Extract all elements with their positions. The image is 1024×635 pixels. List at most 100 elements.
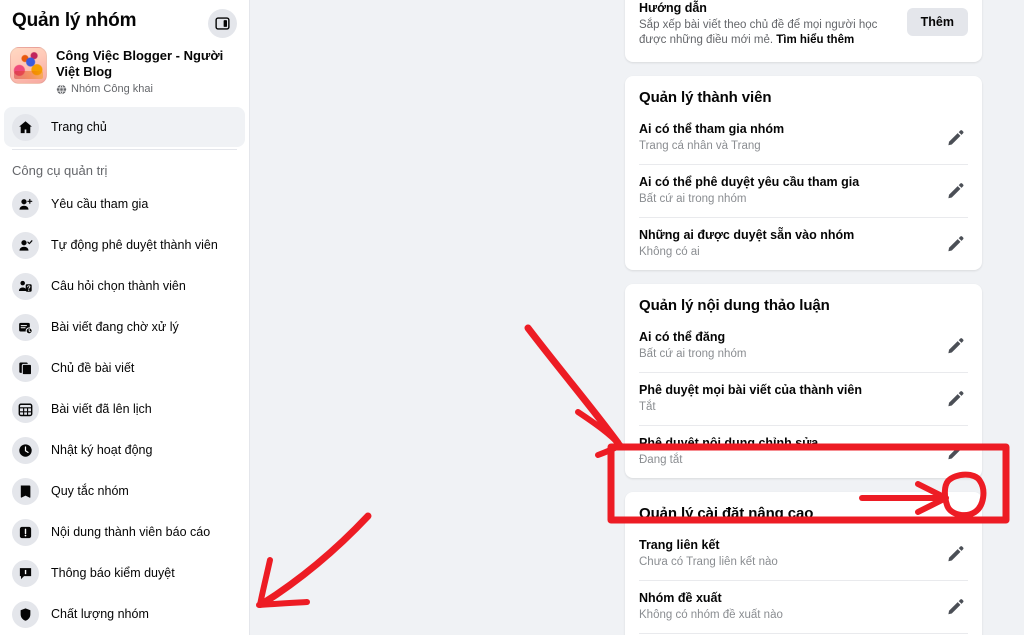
setting-label: Ai có thể phê duyệt yêu cầu tham gia	[639, 175, 860, 189]
group-avatar	[10, 47, 47, 84]
setting-row[interactable]: Phê duyệt nội dung chỉnh sửa Đang tắt	[639, 425, 968, 478]
sidebar-item-label: Yêu cầu tham gia	[51, 197, 149, 211]
app-root: Quản lý nhóm Công Việc Blogger - Người V…	[0, 0, 1024, 635]
pencil-icon-linked-page[interactable]	[942, 541, 968, 567]
card-title: Quản lý nội dung thảo luận	[639, 297, 830, 314]
clock-icon	[12, 436, 39, 464]
page-title: Quản lý nhóm	[12, 10, 137, 31]
main-content: Hướng dẫn Sắp xếp bài viết theo chủ đề đ…	[251, 0, 1024, 635]
setting-label: Trang liên kết	[639, 538, 720, 552]
setting-label: Ai có thể tham gia nhóm	[639, 122, 785, 136]
setting-value: Không có ai	[639, 246, 700, 258]
setting-row[interactable]: Ai có thể tham gia nhóm Trang cá nhân và…	[639, 112, 968, 164]
setting-label: Phê duyệt nội dung chỉnh sửa	[639, 436, 819, 450]
pending-posts-icon	[12, 313, 39, 341]
pencil-icon[interactable]	[942, 594, 968, 620]
member-management-card: Quản lý thành viên Ai có thể tham gia nh…	[625, 76, 982, 270]
sidebar-item-label: Nội dung thành viên báo cáo	[51, 525, 211, 539]
sidebar-item-activity-log[interactable]: Nhật ký hoạt động	[4, 430, 245, 470]
pencil-icon[interactable]	[942, 386, 968, 412]
setting-value: Đang tắt	[639, 454, 683, 466]
person-check-icon	[12, 231, 39, 259]
setting-row[interactable]: Ai có thể phê duyệt yêu cầu tham gia Bất…	[639, 164, 968, 217]
setting-label: Phê duyệt mọi bài viết của thành viên	[639, 383, 862, 397]
topics-icon	[12, 354, 39, 382]
exclamation-icon	[12, 518, 39, 546]
add-topic-button[interactable]: Thêm	[906, 8, 968, 36]
setting-row[interactable]: Những ai được duyệt sẵn vào nhóm Không c…	[639, 217, 968, 270]
pencil-icon[interactable]	[942, 439, 968, 465]
shield-icon	[12, 600, 39, 628]
guide-description: Sắp xếp bài viết theo chủ đề để mọi ngườ…	[639, 18, 897, 48]
setting-value: Bất cứ ai trong nhóm	[639, 193, 747, 205]
person-add-icon	[12, 190, 39, 218]
group-name: Công Việc Blogger - Người Việt Blog	[56, 48, 224, 79]
sidebar-header: Quản lý nhóm	[0, 0, 249, 40]
person-question-icon	[12, 272, 39, 300]
setting-value: Bất cứ ai trong nhóm	[639, 348, 747, 360]
pencil-icon[interactable]	[942, 333, 968, 359]
card-title: Quản lý cài đặt nâng cao	[639, 505, 814, 522]
home-icon	[12, 113, 39, 141]
globe-icon	[56, 84, 67, 95]
sidebar-item-scheduled-posts[interactable]: Bài viết đã lên lịch	[4, 389, 245, 429]
guide-row: Hướng dẫn Sắp xếp bài viết theo chủ đề đ…	[639, 0, 968, 62]
setting-row[interactable]: Nhóm đề xuất Không có nhóm đề xuất nào	[639, 580, 968, 633]
guide-card: Hướng dẫn Sắp xếp bài viết theo chủ đề đ…	[625, 0, 982, 62]
sidebar-item-home-label: Trang chủ	[51, 120, 107, 134]
sidebar-item-label: Thông báo kiểm duyệt	[51, 566, 175, 580]
setting-texts: Ai có thể tham gia nhóm Trang cá nhân và…	[639, 121, 784, 154]
setting-label: Những ai được duyệt sẵn vào nhóm	[639, 228, 855, 242]
pencil-icon[interactable]	[942, 125, 968, 151]
learn-more-link[interactable]: Tìm hiểu thêm	[776, 34, 854, 46]
group-admin-sidebar: Quản lý nhóm Công Việc Blogger - Người V…	[0, 0, 250, 635]
setting-label: Ai có thể đăng	[639, 330, 726, 344]
panel-toggle-icon[interactable]	[208, 9, 237, 38]
sidebar-item-label: Tự động phê duyệt thành viên	[51, 238, 218, 252]
group-privacy: Nhóm Công khai	[56, 83, 237, 96]
sidebar-item-label: Bài viết đã lên lịch	[51, 402, 152, 416]
sidebar-item-home[interactable]: Trang chủ	[4, 107, 245, 147]
setting-row[interactable]: Ai có thể đăng Bất cứ ai trong nhóm	[639, 320, 968, 372]
sidebar-item-reported-content[interactable]: Nội dung thành viên báo cáo	[4, 512, 245, 552]
sidebar-item-group-rules[interactable]: Quy tắc nhóm	[4, 471, 245, 511]
settings-column: Hướng dẫn Sắp xếp bài viết theo chủ đề đ…	[625, 0, 982, 635]
setting-texts: Trang liên kết Chưa có Trang liên kết nà…	[639, 537, 778, 570]
sidebar-item-label: Chất lượng nhóm	[51, 607, 149, 621]
setting-value: Tắt	[639, 401, 656, 413]
sidebar-item-label: Câu hỏi chọn thành viên	[51, 279, 186, 293]
sidebar-item-group-quality[interactable]: Chất lượng nhóm	[4, 594, 245, 634]
setting-row-linked-page[interactable]: Trang liên kết Chưa có Trang liên kết nà…	[639, 528, 968, 580]
pencil-icon[interactable]	[942, 231, 968, 257]
group-meta: Công Việc Blogger - Người Việt Blog Nhóm…	[56, 47, 237, 96]
group-identity[interactable]: Công Việc Blogger - Người Việt Blog Nhóm…	[0, 40, 249, 106]
setting-label: Nhóm đề xuất	[639, 591, 722, 605]
guide-title: Hướng dẫn	[639, 1, 707, 15]
setting-texts: Những ai được duyệt sẵn vào nhóm Không c…	[639, 227, 854, 260]
book-icon	[12, 477, 39, 505]
setting-texts: Phê duyệt nội dung chỉnh sửa Đang tắt	[639, 435, 818, 468]
setting-value: Không có nhóm đề xuất nào	[639, 609, 783, 621]
sidebar-item-label: Quy tắc nhóm	[51, 484, 129, 498]
setting-texts: Ai có thể phê duyệt yêu cầu tham gia Bất…	[639, 174, 859, 207]
pencil-icon[interactable]	[942, 178, 968, 204]
sidebar-item-membership-questions[interactable]: Câu hỏi chọn thành viên	[4, 266, 245, 306]
sidebar-item-membership-requests[interactable]: Yêu cầu tham gia	[4, 184, 245, 224]
sidebar-item-moderation-alerts[interactable]: Thông báo kiểm duyệt	[4, 553, 245, 593]
setting-texts: Ai có thể đăng Bất cứ ai trong nhóm	[639, 329, 746, 362]
card-title: Quản lý thành viên	[639, 89, 772, 106]
discussion-content-card: Quản lý nội dung thảo luận Ai có thể đăn…	[625, 284, 982, 478]
sidebar-item-post-topics[interactable]: Chủ đề bài viết	[4, 348, 245, 388]
setting-row[interactable]: Phê duyệt mọi bài viết của thành viên Tắ…	[639, 372, 968, 425]
sidebar-section-title: Công cụ quản trị	[12, 163, 108, 178]
sidebar-divider	[12, 149, 237, 150]
setting-value: Chưa có Trang liên kết nào	[639, 556, 778, 568]
calendar-icon	[12, 395, 39, 423]
setting-texts: Phê duyệt mọi bài viết của thành viên Tắ…	[639, 382, 862, 415]
sidebar-item-pending-posts[interactable]: Bài viết đang chờ xử lý	[4, 307, 245, 347]
sidebar-item-label: Bài viết đang chờ xử lý	[51, 320, 179, 334]
setting-value: Trang cá nhân và Trang	[639, 140, 761, 152]
guide-text: Hướng dẫn Sắp xếp bài viết theo chủ đề đ…	[639, 0, 897, 48]
group-privacy-label: Nhóm Công khai	[71, 83, 153, 95]
sidebar-item-auto-approve-members[interactable]: Tự động phê duyệt thành viên	[4, 225, 245, 265]
